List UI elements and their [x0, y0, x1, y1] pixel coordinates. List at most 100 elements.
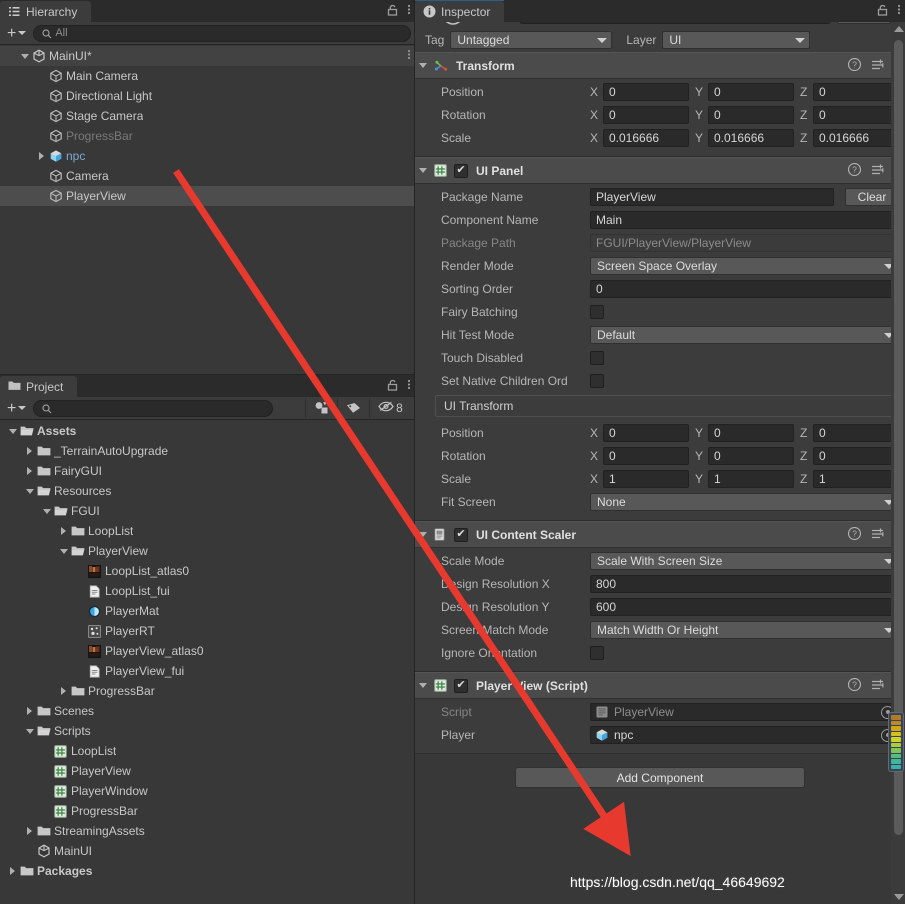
clipped-button[interactable] [837, 22, 891, 24]
foldout-collapsed-icon[interactable] [23, 707, 36, 715]
help-icon[interactable]: ? [847, 526, 862, 543]
touch-disabled-checkbox[interactable] [590, 351, 604, 365]
foldout-collapsed-icon[interactable] [6, 867, 19, 875]
foldout-expanded-icon[interactable] [57, 548, 70, 554]
project-row--terrainautoupgrade[interactable]: _TerrainAutoUpgrade [0, 441, 415, 461]
foldout-expanded-icon[interactable] [23, 728, 36, 734]
lock-icon[interactable] [387, 4, 398, 19]
rotation-x-input[interactable]: 0 [603, 106, 689, 124]
project-row-mainui[interactable]: MainUI [0, 841, 415, 861]
sorting-order-input[interactable]: 0 [590, 280, 899, 298]
position-z-input[interactable]: 0 [813, 83, 899, 101]
script-object-value[interactable]: PlayerView [614, 705, 674, 719]
component-header-transform[interactable]: Transform? [415, 52, 905, 79]
package-path-input[interactable]: FGUI/PlayerView/PlayerView [590, 234, 899, 252]
preset-icon[interactable] [871, 58, 885, 74]
foldout-expanded-icon[interactable] [23, 488, 36, 494]
preset-icon[interactable] [871, 163, 885, 179]
project-row-progressbar[interactable]: ProgressBar [0, 801, 415, 821]
component-foldout-icon[interactable] [419, 683, 427, 688]
scale-mode-dropdown[interactable]: Scale With Screen Size [590, 552, 899, 570]
hierarchy-tree[interactable]: MainUI* Main Camera Directional Light Stage… [0, 46, 415, 375]
project-row-fairygui[interactable]: FairyGUI [0, 461, 415, 481]
project-row-looplist-fui[interactable]: LoopList_fui [0, 581, 415, 601]
player-object-field[interactable]: npc [590, 726, 899, 744]
inspector-scrollbar[interactable] [888, 22, 905, 904]
scale-mode-value[interactable]: Scale With Screen Size [597, 554, 722, 568]
fit-screen-value[interactable]: None [597, 495, 626, 509]
scale-z-input[interactable]: 0.016666 [813, 129, 899, 147]
rotation-y-input[interactable]: 0 [708, 106, 794, 124]
project-row-playerview[interactable]: PlayerView [0, 761, 415, 781]
foldout-collapsed-icon[interactable] [35, 152, 48, 160]
project-row-looplist-atlas0[interactable]: LoopList_atlas0 [0, 561, 415, 581]
scroll-down-arrow-icon[interactable] [894, 894, 904, 900]
project-row-resources[interactable]: Resources [0, 481, 415, 501]
help-icon[interactable]: ? [847, 57, 862, 74]
project-row-fgui[interactable]: FGUI [0, 501, 415, 521]
position-x-input[interactable]: 0 [603, 83, 689, 101]
script-object-field[interactable]: PlayerView [590, 703, 899, 721]
hierarchy-row-main-camera[interactable]: Main Camera [0, 66, 415, 86]
kebab-menu-icon[interactable] [407, 3, 411, 19]
hierarchy-row-directional-light[interactable]: Directional Light [0, 86, 415, 106]
tab-inspector[interactable]: Inspector [415, 0, 505, 22]
project-row-looplist[interactable]: LoopList [0, 521, 415, 541]
panel-divider-horizontal[interactable] [0, 374, 415, 375]
component-enabled-checkbox-ui-content-scaler[interactable]: ✔ [454, 527, 468, 542]
name-field-clipped[interactable] [520, 22, 830, 24]
rotation-z-input[interactable]: 0 [813, 106, 899, 124]
foldout-collapsed-icon[interactable] [23, 827, 36, 835]
render-mode-value[interactable]: Screen Space Overlay [597, 259, 717, 273]
component-name-input[interactable]: Main [590, 211, 899, 229]
project-row-looplist[interactable]: LoopList [0, 741, 415, 761]
ignore-orientation-checkbox[interactable] [590, 646, 604, 660]
scroll-up-arrow-icon[interactable] [894, 26, 904, 32]
rotation-z-input[interactable]: 0 [813, 447, 899, 465]
preset-icon[interactable] [871, 527, 885, 543]
foldout-expanded-icon[interactable] [6, 428, 19, 434]
fit-screen-dropdown[interactable]: None [590, 493, 899, 511]
tag-dropdown[interactable]: Untagged [450, 31, 613, 49]
scale-x-input[interactable]: 0.016666 [603, 129, 689, 147]
project-row-playerview-atlas0[interactable]: PlayerView_atlas0 [0, 641, 415, 661]
set-native-children-ord-checkbox[interactable] [590, 374, 604, 388]
package-name-group[interactable]: PlayerView Clear [590, 188, 899, 206]
screen-match-mode-value[interactable]: Match Width Or Height [597, 623, 718, 637]
lock-icon[interactable] [877, 4, 888, 19]
foldout-collapsed-icon[interactable] [23, 447, 36, 455]
hit-test-mode-dropdown[interactable]: Default [590, 326, 899, 344]
filter-by-label-icon[interactable] [337, 398, 369, 418]
hierarchy-row-playerview[interactable]: PlayerView [0, 186, 415, 206]
kebab-menu-icon[interactable] [407, 48, 411, 64]
add-component-button[interactable]: Add Component [515, 767, 805, 788]
project-row-scenes[interactable]: Scenes [0, 701, 415, 721]
tab-project[interactable]: Project [0, 376, 78, 397]
project-row-streamingassets[interactable]: StreamingAssets [0, 821, 415, 841]
package-name-input[interactable]: PlayerView [590, 188, 834, 206]
scale-y-input[interactable]: 1 [708, 470, 794, 488]
position-x-input[interactable]: 0 [603, 424, 689, 442]
hierarchy-row-npc[interactable]: npc [0, 146, 415, 166]
component-foldout-icon[interactable] [419, 63, 427, 68]
player-object-value[interactable]: npc [614, 728, 633, 742]
hierarchy-row-camera[interactable]: Camera [0, 166, 415, 186]
kebab-menu-icon[interactable] [407, 378, 411, 394]
position-z-input[interactable]: 0 [813, 424, 899, 442]
foldout-expanded-icon[interactable] [40, 508, 53, 514]
component-foldout-icon[interactable] [419, 532, 427, 537]
hit-test-mode-value[interactable]: Default [597, 328, 635, 342]
project-row-packages[interactable]: Packages [0, 861, 415, 881]
project-row-playerrt[interactable]: PlayerRT [0, 621, 415, 641]
project-row-assets[interactable]: Assets [0, 421, 415, 441]
hidden-assets-toggle[interactable]: 8 [369, 398, 411, 418]
foldout-collapsed-icon[interactable] [57, 527, 70, 535]
project-row-playerview-fui[interactable]: PlayerView_fui [0, 661, 415, 681]
scale-y-input[interactable]: 0.016666 [708, 129, 794, 147]
hierarchy-row-stage-camera[interactable]: Stage Camera [0, 106, 415, 126]
render-mode-dropdown[interactable]: Screen Space Overlay [590, 257, 899, 275]
hierarchy-row-progressbar[interactable]: ProgressBar [0, 126, 415, 146]
project-row-playerwindow[interactable]: PlayerWindow [0, 781, 415, 801]
design-resolution-y-input[interactable]: 600 [590, 598, 899, 616]
component-enabled-checkbox-player-view-script-[interactable]: ✔ [454, 678, 468, 693]
